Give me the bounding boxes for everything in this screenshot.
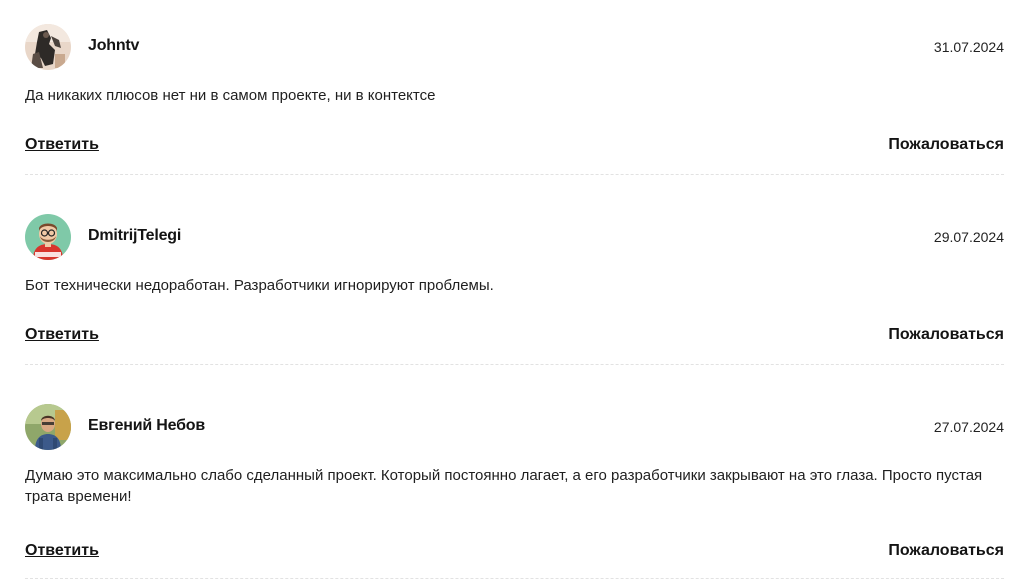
- report-link[interactable]: Пожаловаться: [888, 542, 1004, 560]
- comment-date: 27.07.2024: [933, 419, 1004, 435]
- comment-text: Бот технически недоработан. Разработчики…: [25, 277, 494, 294]
- comment-author: Johntv: [88, 37, 140, 54]
- comment-actions: Ответить Пожаловаться: [25, 326, 1004, 346]
- comment-author: DmitrijTelegi: [88, 227, 182, 244]
- divider: [25, 174, 1004, 175]
- comment-actions: Ответить Пожаловаться: [25, 542, 1004, 562]
- divider: [25, 364, 1004, 365]
- comment-header: Евгений Небов 27.07.2024: [25, 404, 1004, 450]
- comment-text: Думаю это максимально слабо сделанный пр…: [25, 467, 983, 505]
- comment-text: Да никаких плюсов нет ни в самом проекте…: [25, 87, 436, 104]
- avatar[interactable]: [25, 214, 71, 260]
- comment-item: Johntv 31.07.2024 Да никаких плюсов нет …: [25, 24, 1004, 175]
- reply-link[interactable]: Ответить: [25, 136, 99, 154]
- comment-date: 29.07.2024: [933, 229, 1004, 245]
- cartoon-avatar-icon: [25, 214, 71, 260]
- user-photo-avatar-icon: [25, 404, 71, 450]
- comment-actions: Ответить Пожаловаться: [25, 136, 1004, 156]
- reply-link[interactable]: Ответить: [25, 326, 99, 344]
- comment-author: Евгений Небов: [88, 417, 205, 434]
- user-photo-avatar-icon: [25, 24, 71, 70]
- reply-link[interactable]: Ответить: [25, 542, 99, 560]
- avatar[interactable]: [25, 24, 71, 70]
- comment-item: Евгений Небов 27.07.2024 Думаю это макси…: [25, 404, 1004, 579]
- divider: [25, 578, 1004, 579]
- comments-list: Johntv 31.07.2024 Да никаких плюсов нет …: [0, 0, 1024, 582]
- comment-item: DmitrijTelegi 29.07.2024 Бот технически …: [25, 214, 1004, 365]
- avatar[interactable]: [25, 404, 71, 450]
- comment-header: DmitrijTelegi 29.07.2024: [25, 214, 1004, 260]
- report-link[interactable]: Пожаловаться: [888, 326, 1004, 344]
- report-link[interactable]: Пожаловаться: [888, 136, 1004, 154]
- comment-date: 31.07.2024: [933, 39, 1004, 55]
- comment-header: Johntv 31.07.2024: [25, 24, 1004, 70]
